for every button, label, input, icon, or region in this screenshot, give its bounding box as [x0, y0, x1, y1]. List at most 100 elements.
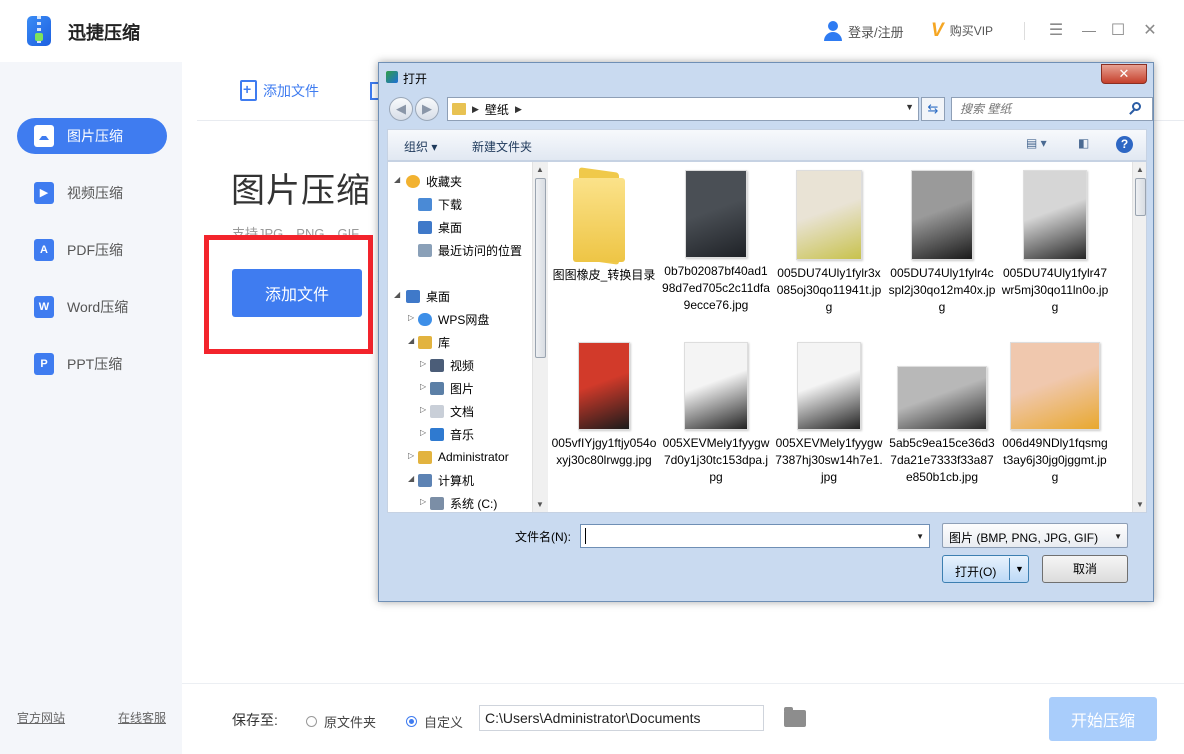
tree-item-downloads[interactable]: 下载: [418, 194, 462, 214]
radio-original-folder[interactable]: 原文件夹: [306, 712, 376, 731]
refresh-button[interactable]: ⇆: [921, 97, 945, 121]
tree-item-videos[interactable]: 视频: [430, 355, 474, 375]
open-file-dialog: 打开 ✕ ◀ ▶ ▶ 壁纸 ▶ ▼ ⇆ 组织 ▾ 新建文件夹 ▤ ▾ ◧ ? ◢…: [378, 62, 1154, 602]
breadcrumb-arrow-icon: ▶: [472, 103, 479, 114]
expand-arrow-icon[interactable]: ▷: [420, 497, 426, 506]
tree-item-drive-c[interactable]: 系统 (C:): [430, 493, 497, 512]
chevron-down-icon[interactable]: ▼: [1015, 564, 1024, 574]
search-input[interactable]: [951, 97, 1153, 121]
tree-item-label: 视频: [450, 358, 475, 373]
official-site-link[interactable]: 官方网站: [17, 709, 65, 726]
navigation-pane: ◢ 收藏夹 下载 桌面 最近访问的位置 ◢ 桌面 ▷ WPS网盘 ◢ 库 ▷ 视…: [388, 162, 548, 512]
tree-item-desktop[interactable]: 桌面: [418, 217, 462, 237]
file-item-folder[interactable]: 图图橡皮_转换目录: [550, 170, 658, 284]
expand-arrow-icon[interactable]: ▷: [408, 451, 414, 460]
sidebar-item-image-compress[interactable]: 图片压缩: [17, 118, 167, 154]
search-icon[interactable]: [1132, 102, 1141, 111]
file-type-filter-value: 图片 (BMP, PNG, JPG, GIF): [949, 531, 1099, 545]
documents-icon: [430, 404, 444, 418]
minimize-icon: [1082, 31, 1096, 32]
minimize-button[interactable]: [1080, 22, 1098, 40]
expand-arrow-icon[interactable]: ▷: [408, 313, 414, 322]
pdf-icon: A: [34, 239, 54, 261]
help-icon[interactable]: ?: [1116, 136, 1133, 153]
new-folder-button[interactable]: 新建文件夹: [472, 138, 532, 155]
dialog-close-button[interactable]: ✕: [1101, 64, 1147, 84]
start-compress-button[interactable]: 开始压缩: [1049, 697, 1157, 741]
toolbar-add-file-button[interactable]: 添加文件: [240, 80, 319, 101]
vip-link[interactable]: V 购买VIP: [931, 21, 993, 40]
file-item[interactable]: 005DU74Uly1fylr4cspl2j30qo12m40x.jpg: [888, 170, 996, 316]
preview-pane-icon[interactable]: ◧: [1078, 136, 1089, 150]
collapse-arrow-icon[interactable]: ◢: [408, 336, 414, 345]
login-link[interactable]: 登录/注册: [824, 21, 904, 41]
tree-item-pictures[interactable]: 图片: [430, 378, 474, 398]
address-bar[interactable]: ▶ 壁纸 ▶ ▼: [447, 97, 919, 121]
expand-arrow-icon[interactable]: ▷: [420, 405, 426, 414]
sidebar-item-ppt-compress[interactable]: P PPT压缩: [17, 346, 167, 382]
file-item[interactable]: 005XEVMely1fyygw7d0y1j30tc153dpa.jpg: [662, 342, 770, 486]
image-thumbnail: [911, 170, 973, 260]
expand-arrow-icon[interactable]: ▷: [420, 428, 426, 437]
file-item[interactable]: 005DU74Uly1fylr47wr5mj30qo11ln0o.jpg: [1001, 170, 1109, 316]
library-icon: [418, 335, 432, 349]
forward-button[interactable]: ▶: [415, 97, 439, 121]
close-button[interactable]: ✕: [1141, 22, 1159, 40]
maximize-button[interactable]: ☐: [1109, 22, 1127, 40]
desktop-icon: [406, 289, 420, 303]
sidebar-item-pdf-compress[interactable]: A PDF压缩: [17, 232, 167, 268]
back-button[interactable]: ◀: [389, 97, 413, 121]
user-folder-icon: [418, 450, 432, 464]
radio-custom-folder[interactable]: 自定义: [406, 712, 463, 731]
file-item[interactable]: 006d49NDly1fqsmgt3ay6j30jg0jggmt.jpg: [1001, 342, 1109, 486]
chevron-down-icon[interactable]: ▼: [916, 532, 924, 541]
tree-item-favorites[interactable]: 收藏夹: [406, 171, 462, 191]
nav-pane-scrollbar[interactable]: ▲ ▼: [532, 162, 548, 512]
file-item[interactable]: 005DU74Uly1fylr3x085oj30qo11941t.jpg: [775, 170, 883, 316]
scroll-up-icon[interactable]: ▲: [536, 165, 544, 174]
browse-folder-icon[interactable]: [784, 707, 806, 727]
tree-item-recent[interactable]: 最近访问的位置: [418, 240, 522, 260]
sidebar-item-word-compress[interactable]: W Word压缩: [17, 289, 167, 325]
open-button[interactable]: 打开(O) ▼: [942, 555, 1029, 583]
collapse-arrow-icon[interactable]: ◢: [394, 290, 400, 299]
online-support-link[interactable]: 在线客服: [118, 709, 166, 726]
organize-menu[interactable]: 组织 ▾: [404, 138, 437, 155]
tree-item-libraries[interactable]: 库: [418, 332, 450, 352]
tree-item-label: 音乐: [450, 427, 475, 442]
scroll-up-icon[interactable]: ▲: [1136, 165, 1144, 174]
tree-item-wps-cloud[interactable]: WPS网盘: [418, 309, 489, 329]
tree-item-computer[interactable]: 计算机: [418, 470, 474, 490]
scrollbar-thumb[interactable]: [535, 178, 546, 358]
collapse-arrow-icon[interactable]: ◢: [394, 175, 400, 184]
tree-item-documents[interactable]: 文档: [430, 401, 474, 421]
scroll-down-icon[interactable]: ▼: [1136, 500, 1144, 509]
dialog-body: ◢ 收藏夹 下载 桌面 最近访问的位置 ◢ 桌面 ▷ WPS网盘 ◢ 库 ▷ 视…: [387, 161, 1147, 513]
file-item[interactable]: 0b7b02087bf40ad198d7ed705c2c11dfa9ecce76…: [662, 170, 770, 314]
file-list-scrollbar[interactable]: ▲ ▼: [1132, 162, 1146, 512]
save-path-input[interactable]: [479, 705, 764, 731]
tree-item-administrator[interactable]: Administrator: [418, 447, 509, 467]
tree-item-label: 系统 (C:): [450, 496, 498, 511]
cancel-button[interactable]: 取消: [1042, 555, 1128, 583]
expand-arrow-icon[interactable]: ▷: [420, 382, 426, 391]
scrollbar-thumb[interactable]: [1135, 178, 1146, 216]
file-item[interactable]: 5ab5c9ea15ce36d37da21e7333f33a87e850b1cb…: [888, 366, 996, 486]
scroll-down-icon[interactable]: ▼: [536, 500, 544, 509]
breadcrumb-current[interactable]: 壁纸: [485, 101, 509, 118]
filename-input[interactable]: ▼: [580, 524, 930, 548]
file-type-filter[interactable]: 图片 (BMP, PNG, JPG, GIF) ▼: [942, 523, 1128, 548]
tree-item-desktop-root[interactable]: 桌面: [406, 286, 450, 306]
chevron-down-icon[interactable]: ▼: [905, 102, 914, 112]
expand-arrow-icon[interactable]: ▷: [420, 359, 426, 368]
desktop-icon: [418, 220, 432, 234]
view-options-icon[interactable]: ▤ ▾: [1026, 136, 1047, 150]
sidebar-item-video-compress[interactable]: ▶ 视频压缩: [17, 175, 167, 211]
tree-item-music[interactable]: 音乐: [430, 424, 474, 444]
file-item[interactable]: 005XEVMely1fyygw7387hj30sw14h7e1.jpg: [775, 342, 883, 486]
folder-icon: [573, 170, 635, 262]
image-thumbnail: [797, 342, 861, 430]
collapse-arrow-icon[interactable]: ◢: [408, 474, 414, 483]
menu-icon[interactable]: ☰: [1047, 22, 1065, 40]
file-item[interactable]: 005vfIYjgy1ftjy054oxyj30c80lrwgg.jpg: [550, 342, 658, 469]
